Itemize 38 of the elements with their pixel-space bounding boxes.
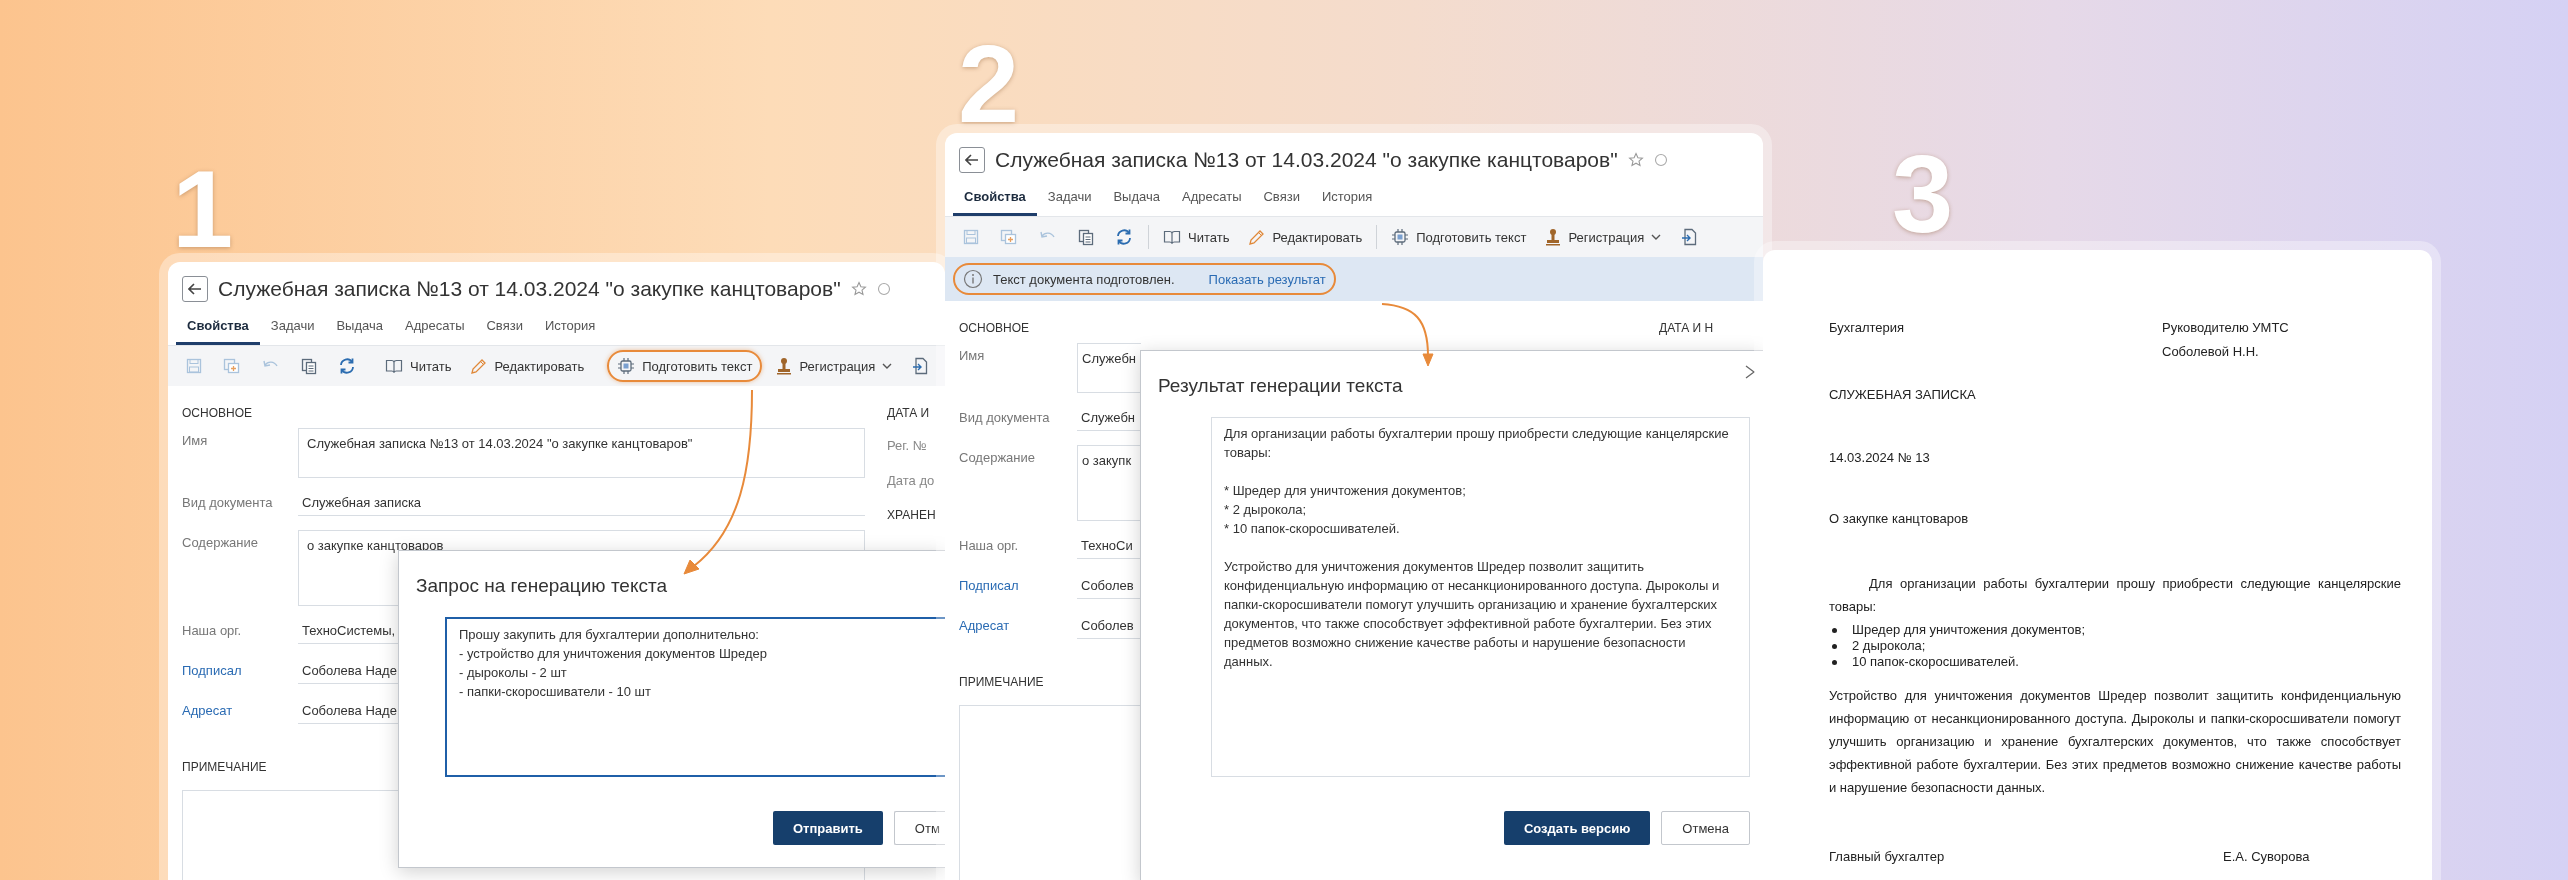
field-label: Вид документа xyxy=(182,494,274,510)
list-item: Шредер для уничтожения документов; xyxy=(1852,622,2086,638)
field-label: Вид документа xyxy=(959,409,1051,425)
document-heading: СЛУЖЕБНАЯ ЗАПИСКА xyxy=(1829,387,1977,402)
section-heading: ПРИМЕЧАНИЕ xyxy=(182,760,268,774)
section-heading: ДАТА И Н xyxy=(1659,321,1714,335)
section-heading: ХРАНЕН xyxy=(887,508,936,522)
step-number: 2 xyxy=(958,40,1020,128)
list-item: 2 дырокола; xyxy=(1852,638,1926,654)
subject-text: О закупке канцтоваров xyxy=(1829,511,1970,526)
field-label: Наша орг. xyxy=(959,537,1020,553)
section-heading: ОСНОВНОЕ xyxy=(959,321,1030,335)
step-number: 3 xyxy=(1892,150,1954,238)
paragraph: Устройство для уничтожения документов Шредер позволит защитить конфиденциальную информацию от несанкционированного доступа. Дыроколы и папки-скоросшиватели помогут улучшить организацию и хранение бухгалтерских документов, что также способствует эффективной работе бухгалтерии. Без этих предметов возможно снижение качестве работы и нарушение безопасности данных. xyxy=(1829,687,2401,797)
field-label: Имя xyxy=(182,432,209,448)
section-heading: ПРИМЕЧАНИЕ xyxy=(959,675,1045,689)
sender-text: Бухгалтерия xyxy=(1829,320,1906,337)
list-item: 10 папок-скоросшивателей. xyxy=(1852,654,2019,670)
dialog-title: Запрос на генерацию текста xyxy=(416,575,668,597)
step-number: 1 xyxy=(172,165,234,253)
field-label: Дата до xyxy=(887,473,936,488)
date-number-text: 14.03.2024 № 13 xyxy=(1829,450,1931,465)
recipient-text: Соболевой Н.Н. xyxy=(2162,344,2260,359)
paragraph: Для организации работы бухгалтерии прошу приобрести следующие канцелярские товары: xyxy=(1829,575,2401,616)
section-heading: ОСНОВНОЕ xyxy=(182,406,253,420)
field-label: Содержание xyxy=(959,449,1036,465)
signature-title: Главный бухгалтер xyxy=(1829,849,1946,864)
document-title: Служебная записка №13 от 14.03.2024 "о закупке канцтоваров" xyxy=(218,277,841,301)
field-label: Рег. № xyxy=(887,438,928,453)
field-label: Наша орг. xyxy=(182,622,243,638)
field-label: Имя xyxy=(959,347,986,363)
field-label: Содержание xyxy=(182,534,259,550)
document-title: Служебная записка №13 от 14.03.2024 "о закупке канцтоваров" xyxy=(995,148,1618,172)
section-heading: ДАТА И xyxy=(887,406,931,420)
signature-name: Е.А. Суворова xyxy=(2223,849,2310,864)
recipient-text: Руководителю УМТС xyxy=(2162,320,2289,335)
info-message: Текст документа подготовлен. xyxy=(993,271,1175,287)
dialog-title: Результат генерации текста xyxy=(1158,375,1403,397)
